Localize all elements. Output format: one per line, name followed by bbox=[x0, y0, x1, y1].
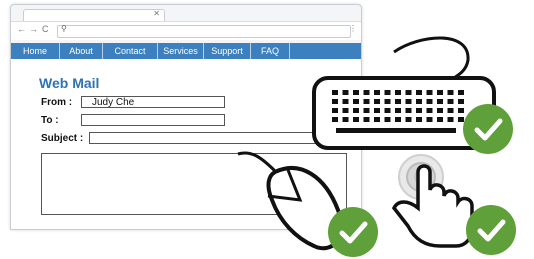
input-methods-illustration bbox=[237, 36, 496, 251]
keyboard-key bbox=[416, 108, 422, 113]
keyboard-key bbox=[395, 90, 401, 95]
keyboard-key bbox=[437, 108, 443, 113]
keyboard-key bbox=[342, 108, 349, 113]
keyboard-key bbox=[353, 117, 359, 122]
keyboard-key bbox=[426, 90, 433, 95]
keyboard-key bbox=[426, 117, 433, 122]
keyboard-key bbox=[405, 90, 412, 95]
keyboard-key bbox=[342, 99, 349, 104]
checkmark-icon bbox=[339, 221, 368, 244]
mouse-check-badge bbox=[328, 207, 378, 257]
keyboard-key bbox=[416, 90, 422, 95]
keyboard-key bbox=[416, 99, 422, 104]
keyboard-key bbox=[447, 108, 454, 113]
keyboard-key bbox=[353, 90, 359, 95]
keyboard-key bbox=[384, 117, 391, 122]
checkmark-icon bbox=[477, 219, 506, 242]
keyboard-key bbox=[332, 108, 338, 113]
keyboard-key bbox=[384, 108, 391, 113]
keyboard-key bbox=[332, 117, 338, 122]
keyboard-key bbox=[395, 99, 401, 104]
keyboard-key bbox=[437, 117, 443, 122]
keyboard-key bbox=[426, 99, 433, 104]
keyboard-key bbox=[447, 117, 454, 122]
keyboard-key bbox=[437, 90, 443, 95]
keyboard-key bbox=[353, 108, 359, 113]
keyboard-key bbox=[374, 108, 380, 113]
keyboard-key bbox=[363, 90, 370, 95]
keyboard-key bbox=[374, 90, 380, 95]
mouse-cable bbox=[237, 151, 278, 174]
keyboard-key bbox=[342, 117, 349, 122]
keyboard-key bbox=[426, 108, 433, 113]
checkmark-icon bbox=[474, 118, 503, 141]
keyboard-key bbox=[405, 117, 412, 122]
touch-hand-icon bbox=[391, 154, 474, 248]
keyboard-key bbox=[363, 99, 370, 104]
keyboard-key bbox=[405, 108, 412, 113]
keyboard-key bbox=[405, 99, 412, 104]
keyboard-key bbox=[374, 117, 380, 122]
keyboard-key bbox=[363, 117, 370, 122]
keyboard-key bbox=[458, 90, 464, 95]
touch-check-badge bbox=[466, 205, 516, 255]
keyboard-key bbox=[342, 90, 349, 95]
keyboard-key bbox=[332, 90, 338, 95]
keyboard-key bbox=[332, 99, 338, 104]
keyboard-key bbox=[395, 108, 401, 113]
keyboard-key bbox=[437, 99, 443, 104]
keyboard-key bbox=[447, 90, 454, 95]
keyboard-check-badge bbox=[463, 104, 513, 154]
keyboard-key bbox=[447, 99, 454, 104]
keyboard-key bbox=[353, 99, 359, 104]
keyboard-key bbox=[395, 117, 401, 122]
keyboard-key bbox=[374, 99, 380, 104]
keyboard-key bbox=[416, 117, 422, 122]
keyboard-key bbox=[363, 108, 370, 113]
keyboard-key bbox=[384, 90, 391, 95]
keyboard-key bbox=[384, 99, 391, 104]
